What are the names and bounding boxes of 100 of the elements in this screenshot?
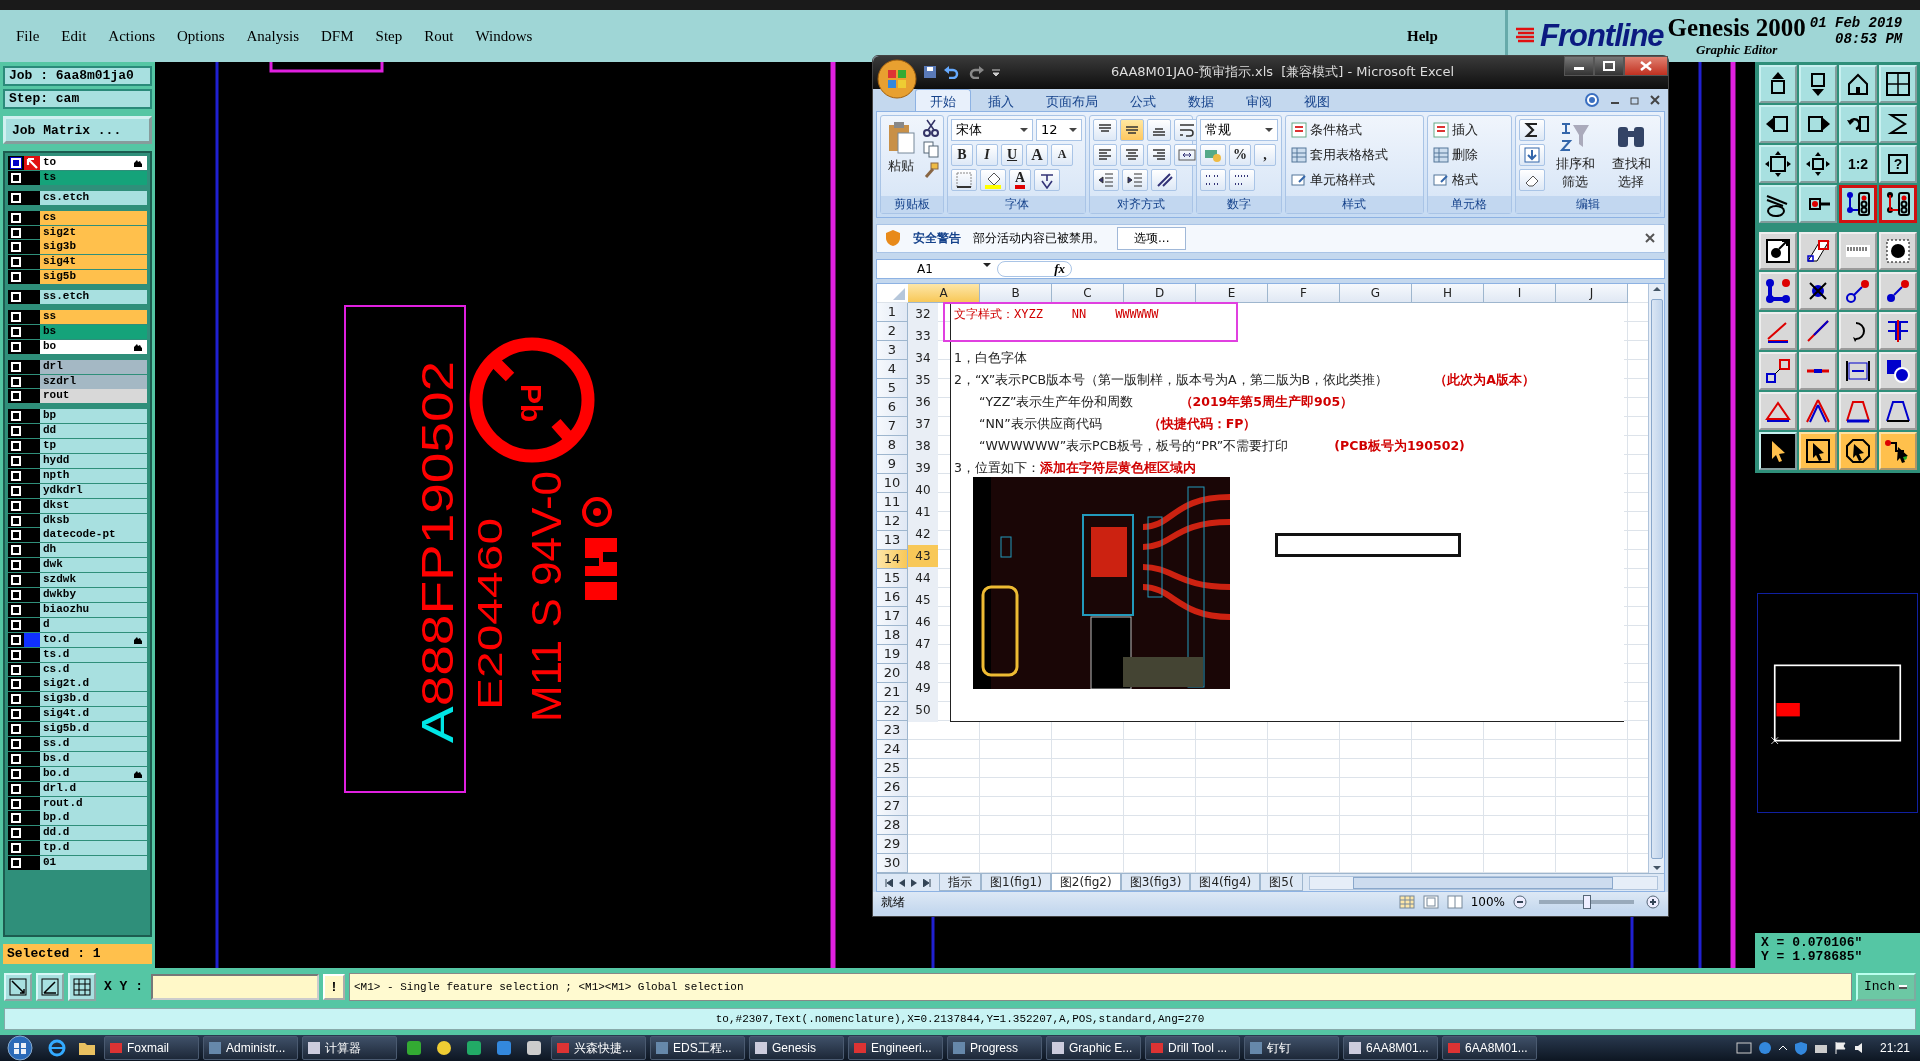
- row-header[interactable]: 29: [877, 835, 908, 855]
- layer-name[interactable]: datecode-pt: [40, 528, 147, 543]
- conditional-format-button[interactable]: 条件格式: [1289, 118, 1390, 141]
- borders-icon[interactable]: [955, 170, 973, 189]
- layer-checkbox[interactable]: [11, 694, 21, 705]
- help-tool-button[interactable]: ?: [1879, 145, 1917, 183]
- layer-checkbox[interactable]: [11, 361, 21, 372]
- layer-name[interactable]: drl.d: [40, 781, 147, 796]
- layer-checkbox[interactable]: [11, 391, 21, 402]
- cut-icon[interactable]: [922, 118, 940, 137]
- layer-name[interactable]: szdrl: [40, 374, 147, 389]
- layer-name[interactable]: dwk: [40, 558, 147, 573]
- taskbar-button[interactable]: Graphic E...: [1046, 1036, 1141, 1060]
- row-header[interactable]: 28: [877, 816, 908, 836]
- row-header[interactable]: 5: [877, 379, 908, 399]
- layer-checkbox[interactable]: [11, 257, 21, 268]
- layer-name[interactable]: sig5b.d: [40, 722, 147, 737]
- layer-checkbox[interactable]: [11, 376, 21, 387]
- layer-name[interactable]: bo.d: [40, 766, 147, 781]
- font-name-dropdown[interactable]: 宋体: [951, 118, 1033, 141]
- row-header[interactable]: 10: [877, 474, 908, 494]
- row-header[interactable]: 20: [877, 664, 908, 684]
- horizontal-scrollbar[interactable]: [1308, 875, 1658, 890]
- layer-name[interactable]: bs: [40, 324, 147, 339]
- menu-item[interactable]: Edit: [61, 27, 87, 45]
- layer-name[interactable]: to: [40, 156, 147, 170]
- column-header[interactable]: F: [1268, 284, 1340, 304]
- layer-checkbox[interactable]: [11, 530, 21, 541]
- row-header[interactable]: 1: [877, 303, 908, 323]
- shape-icon[interactable]: [1804, 237, 1832, 265]
- row-header[interactable]: 25: [877, 759, 908, 779]
- sheet-tab[interactable]: 图3(fig3): [1120, 874, 1191, 892]
- layer-checkbox[interactable]: [11, 575, 21, 586]
- taskbar-button[interactable]: Progress: [947, 1036, 1042, 1060]
- layer-name[interactable]: sig3b: [40, 240, 147, 255]
- vertical-scrollbar[interactable]: [1648, 284, 1664, 874]
- layer-name[interactable]: bo: [40, 339, 147, 354]
- layer-name[interactable]: dd: [40, 424, 147, 439]
- taskbar-button[interactable]: 6AA8M01...: [1442, 1036, 1537, 1060]
- taskbar-button[interactable]: Genesis: [749, 1036, 844, 1060]
- taskbar-button[interactable]: 计算器: [302, 1036, 397, 1060]
- layer-name[interactable]: tp: [40, 439, 147, 454]
- row-header[interactable]: 22: [877, 702, 908, 722]
- layer-name[interactable]: dd.d: [40, 826, 147, 841]
- layer-checkbox[interactable]: [11, 515, 21, 526]
- layer-name[interactable]: ts.d: [40, 647, 147, 662]
- layer-checkbox[interactable]: [11, 212, 21, 223]
- menu-item[interactable]: Step: [375, 27, 403, 45]
- units-button[interactable]: Inch: [1856, 972, 1916, 1001]
- row-header[interactable]: 11: [877, 493, 908, 513]
- layer-checkbox[interactable]: [11, 411, 21, 422]
- row-header[interactable]: 7: [877, 417, 908, 437]
- row-header[interactable]: 27: [877, 797, 908, 817]
- job-matrix-button[interactable]: Job Matrix ...: [3, 116, 152, 144]
- nodes-icon[interactable]: [1764, 277, 1792, 305]
- layer-checkbox[interactable]: [11, 783, 21, 794]
- font-size-dropdown[interactable]: 12: [1036, 118, 1082, 141]
- ribbon-tab[interactable]: 开始: [915, 88, 971, 111]
- options-button[interactable]: 选项...: [1117, 226, 1187, 250]
- ribbon-tab[interactable]: 视图: [1289, 88, 1345, 111]
- comma-button[interactable]: ,: [1254, 143, 1276, 166]
- taskbar-button[interactable]: 钉钉: [1244, 1036, 1339, 1060]
- restore-icon[interactable]: [1630, 94, 1640, 105]
- connect-icon[interactable]: [1884, 277, 1912, 305]
- layer-name[interactable]: bs.d: [40, 751, 147, 766]
- layer-name[interactable]: dkst: [40, 498, 147, 513]
- ribbon-tab[interactable]: 数据: [1173, 88, 1229, 111]
- insert-button[interactable]: 插入: [1430, 118, 1480, 141]
- hole-icon[interactable]: [1884, 237, 1912, 265]
- menu-item[interactable]: DFM: [321, 27, 354, 45]
- menu-item[interactable]: Rout: [424, 27, 454, 45]
- align-left-icon[interactable]: [1097, 147, 1113, 162]
- redo-icon[interactable]: [967, 65, 985, 80]
- menu-item[interactable]: Analysis: [246, 27, 300, 45]
- ribbon-tab[interactable]: 公式: [1115, 88, 1171, 111]
- layer-name[interactable]: sig4t.d: [40, 707, 147, 722]
- layer-name[interactable]: npth: [40, 468, 147, 483]
- save-icon[interactable]: [923, 65, 937, 80]
- layer-name[interactable]: to.d: [40, 632, 147, 647]
- zoom-in-icon[interactable]: [1646, 895, 1660, 910]
- layer-name[interactable]: dh: [40, 543, 147, 558]
- layer-name[interactable]: dwkby: [40, 588, 147, 603]
- column-header[interactable]: H: [1412, 284, 1484, 304]
- table-format-button[interactable]: 套用表格格式: [1289, 143, 1390, 166]
- sheet-tab[interactable]: 图1(fig1): [981, 874, 1051, 892]
- menu-item[interactable]: Actions: [108, 27, 155, 45]
- row-header[interactable]: 21: [877, 683, 908, 703]
- underline-button[interactable]: U: [1001, 143, 1023, 166]
- layer-name[interactable]: cs: [40, 210, 147, 225]
- row-header[interactable]: 6: [877, 398, 908, 418]
- pointer-icon[interactable]: [1844, 437, 1872, 465]
- format-painter-icon[interactable]: [922, 160, 940, 179]
- layer-checkbox[interactable]: [11, 272, 21, 283]
- layer-checkbox[interactable]: [11, 843, 21, 854]
- layer-name[interactable]: dksb: [40, 513, 147, 528]
- row-header[interactable]: 24: [877, 740, 908, 760]
- row-header[interactable]: 3: [877, 341, 908, 361]
- flag-icon[interactable]: [1833, 1041, 1848, 1055]
- format-button[interactable]: 格式: [1430, 168, 1480, 191]
- sheet-tab[interactable]: 指示: [939, 874, 981, 892]
